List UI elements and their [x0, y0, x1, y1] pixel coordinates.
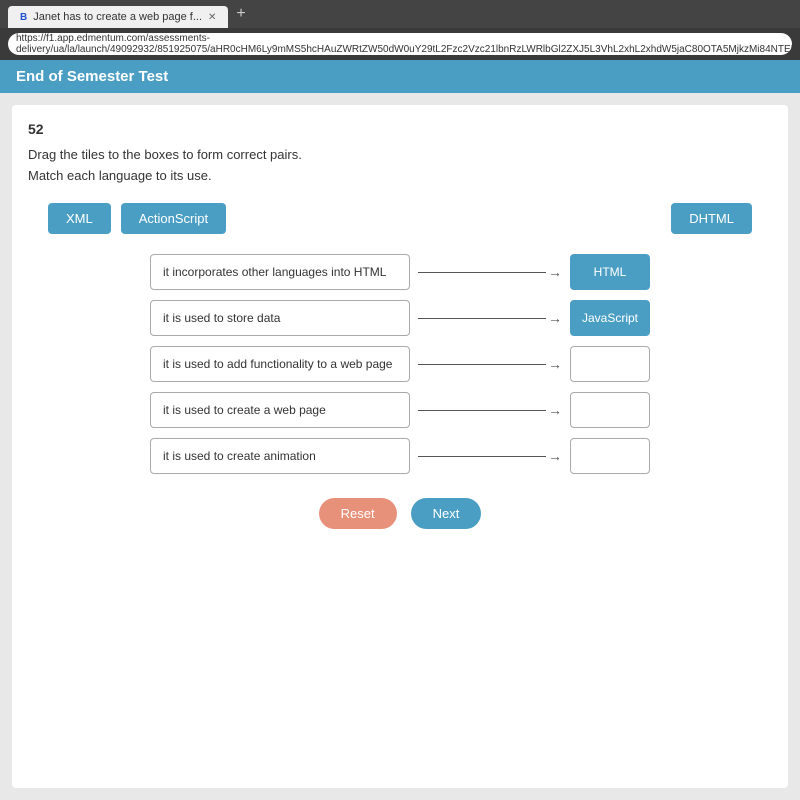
question-instruction: Drag the tiles to the boxes to form corr…	[28, 147, 772, 162]
arrow-head-3: →	[548, 356, 562, 372]
match-target-5[interactable]	[570, 438, 650, 474]
new-tab-button[interactable]: +	[228, 3, 253, 25]
match-row-4: it is used to create a web page →	[150, 392, 650, 428]
address-text: https://f1.app.edmentum.com/assessments-…	[16, 33, 792, 55]
active-tab[interactable]: B Janet has to create a web page f... ✕	[8, 6, 228, 28]
match-target-4[interactable]	[570, 392, 650, 428]
match-target-2[interactable]: JavaScript	[570, 300, 650, 336]
match-arrow-4: →	[418, 402, 562, 418]
tile-xml[interactable]: XML	[48, 203, 111, 234]
page-title: End of Semester Test	[16, 68, 168, 85]
address-bar-row: https://f1.app.edmentum.com/assessments-…	[0, 28, 800, 60]
tab-favicon: B	[20, 12, 27, 23]
question-container: 52 Drag the tiles to the boxes to form c…	[12, 105, 788, 788]
match-row-2: it is used to store data → JavaScript	[150, 300, 650, 336]
header-bar: End of Semester Test	[0, 60, 800, 93]
arrow-head-5: →	[548, 448, 562, 464]
match-row-1: it incorporates other languages into HTM…	[150, 254, 650, 290]
match-arrow-1: →	[418, 264, 562, 280]
match-desc-5: it is used to create animation	[150, 438, 410, 474]
address-bar[interactable]: https://f1.app.edmentum.com/assessments-…	[8, 33, 792, 55]
tab-bar: B Janet has to create a web page f... ✕ …	[0, 0, 800, 28]
match-desc-1: it incorporates other languages into HTM…	[150, 254, 410, 290]
match-desc-2: it is used to store data	[150, 300, 410, 336]
tile-dhtml[interactable]: DHTML	[671, 203, 752, 234]
tiles-area: XML ActionScript DHTML	[28, 203, 772, 234]
match-arrow-3: →	[418, 356, 562, 372]
match-target-3[interactable]	[570, 346, 650, 382]
match-arrow-2: →	[418, 310, 562, 326]
question-subinstruction: Match each language to its use.	[28, 168, 772, 183]
next-button[interactable]: Next	[411, 498, 482, 529]
bottom-buttons: Reset Next	[28, 498, 772, 539]
match-row-5: it is used to create animation →	[150, 438, 650, 474]
tile-actionscript[interactable]: ActionScript	[121, 203, 226, 234]
match-row-3: it is used to add functionality to a web…	[150, 346, 650, 382]
browser-chrome: B Janet has to create a web page f... ✕ …	[0, 0, 800, 60]
tab-close-button[interactable]: ✕	[208, 12, 216, 23]
tab-title: Janet has to create a web page f...	[33, 11, 202, 23]
reset-button[interactable]: Reset	[319, 498, 397, 529]
main-content: End of Semester Test 52 Drag the tiles t…	[0, 60, 800, 800]
arrow-head-2: →	[548, 310, 562, 326]
arrow-head-1: →	[548, 264, 562, 280]
question-number: 52	[28, 121, 772, 137]
matching-area: it incorporates other languages into HTM…	[28, 254, 772, 474]
match-target-1[interactable]: HTML	[570, 254, 650, 290]
arrow-head-4: →	[548, 402, 562, 418]
match-arrow-5: →	[418, 448, 562, 464]
match-desc-4: it is used to create a web page	[150, 392, 410, 428]
match-desc-3: it is used to add functionality to a web…	[150, 346, 410, 382]
